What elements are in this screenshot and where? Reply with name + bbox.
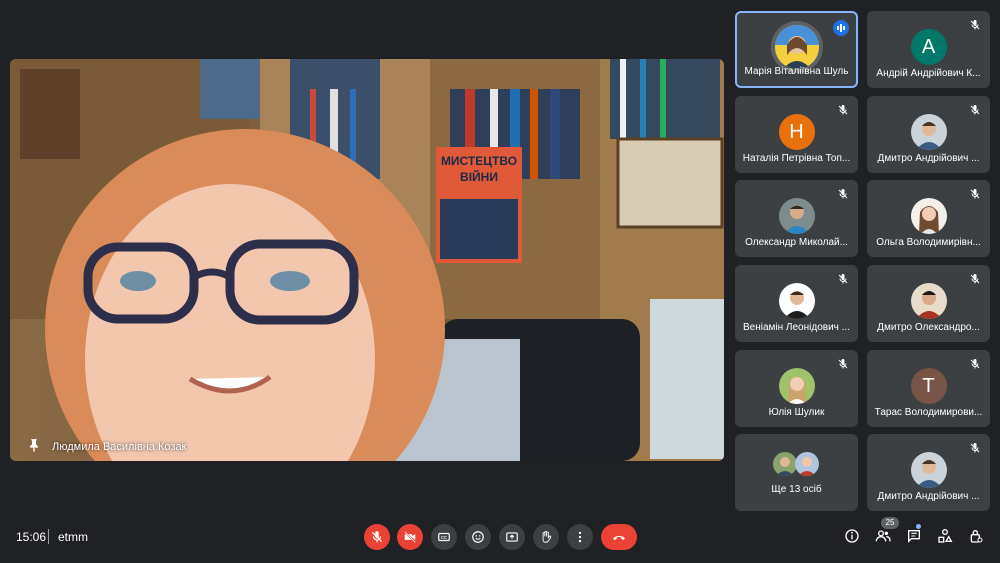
participant-name: Тарас Володимирови... bbox=[874, 407, 983, 418]
participant-tile-3[interactable]: Н Наталія Петрівна Топ... bbox=[735, 96, 858, 173]
mic-off-icon bbox=[838, 105, 848, 115]
avatar: А bbox=[910, 29, 947, 65]
meeting-code: etmm bbox=[58, 530, 88, 544]
captions-button[interactable]: CC bbox=[431, 524, 457, 550]
avatar bbox=[910, 452, 947, 488]
participant-name: Дмитро Андрійович ... bbox=[877, 491, 980, 502]
book-title-line2: ВІЙНИ bbox=[460, 169, 498, 184]
emoji-icon bbox=[472, 531, 484, 543]
activities-icon bbox=[938, 529, 953, 543]
participant-tile-2[interactable]: А Андрій Андрійович К... bbox=[867, 11, 990, 88]
svg-text:CC: CC bbox=[441, 535, 447, 540]
camera-off-icon bbox=[404, 531, 416, 543]
raise-hand-icon bbox=[542, 530, 552, 543]
current-time: 15:06 bbox=[16, 530, 47, 544]
present-button[interactable] bbox=[499, 524, 525, 550]
mic-toggle-button[interactable] bbox=[364, 524, 390, 550]
participant-name: Марія Віталіївна Шуль bbox=[744, 66, 849, 77]
mic-off-icon bbox=[970, 20, 980, 30]
more-participants-label: Ще 13 осіб bbox=[771, 484, 822, 495]
mic-off-icon bbox=[970, 274, 980, 284]
avatar bbox=[774, 25, 819, 69]
participant-name: Дмитро Андрійович ... bbox=[877, 153, 980, 164]
avatar bbox=[778, 198, 815, 234]
avatar bbox=[772, 452, 797, 476]
avatar: Н bbox=[778, 114, 815, 150]
mic-off-icon bbox=[970, 443, 980, 453]
present-icon bbox=[506, 532, 518, 542]
more-options-button[interactable] bbox=[567, 524, 593, 550]
chat-icon bbox=[908, 530, 920, 543]
mic-off-icon bbox=[838, 359, 848, 369]
speaking-indicator-icon bbox=[833, 20, 849, 36]
end-call-icon bbox=[613, 535, 625, 540]
chat-notification-dot bbox=[916, 524, 921, 529]
participant-tile-11[interactable]: Дмитро Андрійович ... bbox=[867, 434, 990, 511]
participant-name: Веніамін Леонідович ... bbox=[743, 322, 850, 333]
meeting-info-button[interactable] bbox=[843, 527, 861, 545]
camera-toggle-button[interactable] bbox=[397, 524, 423, 550]
participant-tile-1[interactable]: Марія Віталіївна Шуль bbox=[735, 11, 858, 88]
bottom-bar: 15:06 etmm CC 25 bbox=[0, 515, 1000, 563]
main-video-feed: МИСТЕЦТВО ВІЙНИ bbox=[10, 59, 724, 461]
participant-name: Андрій Андрійович К... bbox=[876, 68, 981, 79]
more-participants-avatars bbox=[772, 452, 821, 476]
raise-hand-button[interactable] bbox=[533, 524, 559, 550]
participant-name: Ольга Володимирівн... bbox=[876, 237, 981, 248]
book-title-line1: МИСТЕЦТВО bbox=[441, 154, 517, 168]
participant-tile-4[interactable]: Дмитро Андрійович ... bbox=[867, 96, 990, 173]
pin-icon[interactable] bbox=[26, 437, 42, 453]
participant-name: Наталія Петрівна Топ... bbox=[742, 153, 851, 164]
participant-name: Юлія Шулик bbox=[768, 407, 825, 418]
captions-icon: CC bbox=[438, 532, 450, 542]
participant-tile-10[interactable]: Т Тарас Володимирови... bbox=[867, 350, 990, 427]
participant-name: Дмитро Олександро... bbox=[877, 322, 980, 333]
mic-off-icon bbox=[838, 274, 848, 284]
more-options-icon bbox=[578, 531, 582, 543]
main-video[interactable]: МИСТЕЦТВО ВІЙНИ Людмила Василівна Козак bbox=[10, 59, 724, 461]
avatar bbox=[910, 114, 947, 150]
avatar bbox=[910, 283, 947, 319]
mic-off-icon bbox=[970, 189, 980, 199]
avatar bbox=[794, 452, 819, 476]
reactions-button[interactable] bbox=[465, 524, 491, 550]
avatar bbox=[910, 198, 947, 234]
participant-name: Олександр Миколай... bbox=[745, 237, 848, 248]
participant-tile-5[interactable]: Олександр Миколай... bbox=[735, 180, 858, 257]
info-icon bbox=[845, 529, 859, 543]
mic-off-icon bbox=[970, 105, 980, 115]
participant-tile-6[interactable]: Ольга Володимирівн... bbox=[867, 180, 990, 257]
more-participants-tile[interactable]: Ще 13 осіб bbox=[735, 434, 858, 511]
participant-tile-9[interactable]: Юлія Шулик bbox=[735, 350, 858, 427]
avatar: Т bbox=[910, 368, 947, 404]
mic-off-icon bbox=[970, 359, 980, 369]
participant-tile-7[interactable]: Веніамін Леонідович ... bbox=[735, 265, 858, 342]
host-controls-button[interactable] bbox=[967, 527, 985, 545]
avatar bbox=[778, 283, 815, 319]
mic-off-icon bbox=[838, 189, 848, 199]
mic-off-icon bbox=[371, 531, 383, 543]
participant-tile-8[interactable]: Дмитро Олександро... bbox=[867, 265, 990, 342]
main-speaker-name: Людмила Василівна Козак bbox=[52, 441, 187, 453]
host-controls-icon bbox=[970, 530, 983, 543]
end-call-button[interactable] bbox=[601, 524, 637, 550]
people-button[interactable] bbox=[874, 527, 892, 545]
avatar bbox=[778, 368, 815, 404]
chat-button[interactable] bbox=[905, 527, 923, 545]
people-icon bbox=[875, 530, 891, 542]
activities-button[interactable] bbox=[936, 527, 954, 545]
divider bbox=[48, 529, 49, 544]
